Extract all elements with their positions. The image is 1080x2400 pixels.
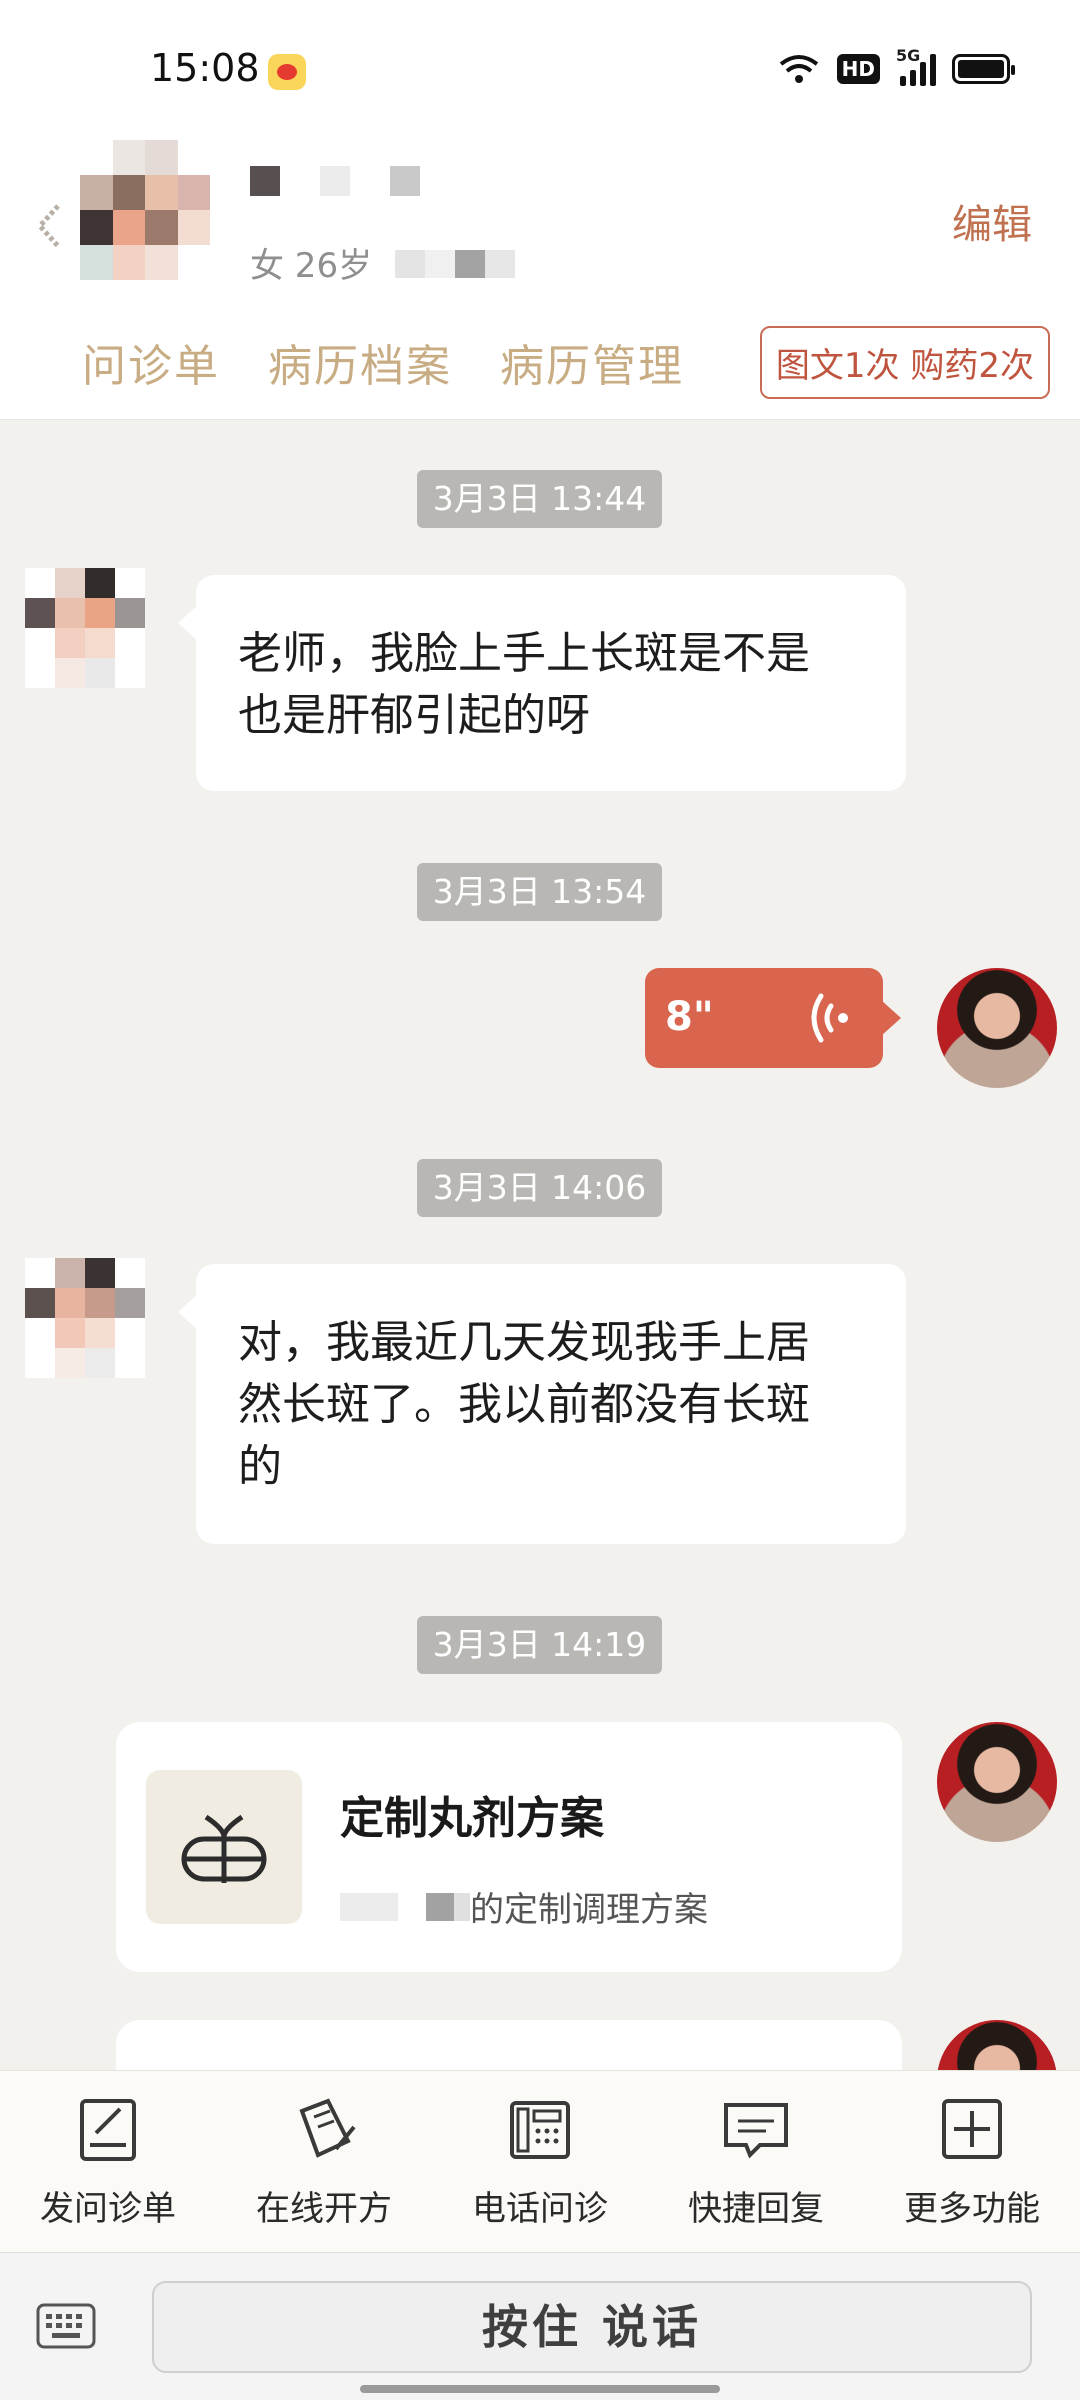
weibo-notification-icon: [268, 54, 306, 90]
quick-reply-button[interactable]: 快捷回复: [661, 2093, 851, 2230]
status-icons: HD 5G: [777, 46, 1015, 86]
battery-icon: [952, 54, 1015, 84]
chat-header: 女 26岁 编辑 问诊单 病历档案 病历管理 图文1次 购药2次: [0, 140, 1080, 420]
patient-info-redacted: [395, 250, 515, 278]
toolbar-label: 快捷回复: [688, 2189, 824, 2229]
patient-gender-age: 女 26岁: [250, 246, 373, 286]
status-time: 15:08: [150, 46, 260, 90]
timestamp: 3月3日 13:54: [417, 863, 662, 921]
network-type: 5G: [896, 46, 921, 65]
message-bubble[interactable]: 对，我最近几天发现我手上居 然长斑了。我以前都没有长斑 的: [178, 1264, 906, 1544]
timestamp: 3月3日 14:06: [417, 1159, 662, 1217]
prescription-icon: [299, 2098, 356, 2158]
home-indicator[interactable]: [360, 2385, 720, 2393]
message-line: 老师，我脸上手上长斑是不是: [238, 628, 810, 679]
timestamp: 3月3日 13:44: [417, 470, 662, 528]
card-subtitle-text: 的定制调理方案: [470, 1890, 708, 1930]
patient-avatar[interactable]: [80, 140, 210, 280]
card-subtitle: 的定制调理方案: [340, 1882, 708, 1931]
next-card-partial[interactable]: [116, 2020, 902, 2070]
form-icon: [80, 2099, 136, 2161]
status-bar: 15:08 HD 5G: [0, 0, 1080, 140]
hd-badge: HD: [836, 54, 880, 84]
toolbar-label: 电话问诊: [472, 2189, 608, 2229]
message-bubble[interactable]: 老师，我脸上手上长斑是不是 也是肝郁引起的呀: [178, 575, 906, 791]
action-toolbar: 发问诊单 在线开方 电话问诊 快捷回复 更多功能: [0, 2070, 1080, 2252]
timestamp: 3月3日 14:19: [417, 1616, 662, 1674]
voice-wave-icon: [811, 993, 848, 1043]
tab-record-management[interactable]: 病历管理: [500, 330, 684, 394]
wifi-icon: [779, 55, 818, 83]
message-line: 也是肝郁引起的呀: [238, 690, 590, 741]
header-tabs: 问诊单 病历档案 病历管理: [82, 330, 684, 394]
hold-to-talk-button[interactable]: 按住 说话: [152, 2281, 1032, 2373]
chat-area[interactable]: 3月3日 13:44 老师，我脸上手上长斑是不是 也是肝郁引起的呀 3月3日 1…: [0, 420, 1080, 2070]
plus-box-icon: [942, 2099, 1002, 2159]
phone-icon: [510, 2101, 570, 2159]
tab-medical-records[interactable]: 病历档案: [268, 330, 452, 394]
more-functions-button[interactable]: 更多功能: [877, 2093, 1067, 2230]
prescription-plan-card[interactable]: 定制丸剂方案 的定制调理方案: [116, 1722, 902, 1972]
message-line: 对，我最近几天发现我手上居: [238, 1317, 810, 1368]
patient-avatar-small[interactable]: [25, 568, 145, 688]
tab-consultation-form[interactable]: 问诊单: [82, 330, 220, 394]
phone-consultation-button[interactable]: 电话问诊: [445, 2093, 635, 2230]
back-arrow-icon[interactable]: [32, 196, 66, 256]
consultation-count-badge[interactable]: 图文1次 购药2次: [759, 326, 1050, 399]
input-bar: 按住 说话: [0, 2252, 1080, 2400]
patient-avatar-small[interactable]: [25, 1258, 145, 1378]
toolbar-label: 更多功能: [904, 2189, 1040, 2229]
toolbar-label: 发问诊单: [40, 2189, 176, 2229]
keyboard-icon[interactable]: [36, 2303, 96, 2349]
voice-duration: 8": [665, 994, 714, 1040]
message-line: 然长斑了。我以前都没有长斑: [238, 1379, 810, 1430]
voice-message[interactable]: 8": [645, 968, 901, 1068]
send-consultation-form-button[interactable]: 发问诊单: [13, 2093, 203, 2230]
doctor-avatar[interactable]: [937, 1722, 1057, 1842]
doctor-avatar[interactable]: [937, 968, 1057, 1088]
doctor-avatar[interactable]: [937, 2020, 1057, 2070]
signal-icon: 5G: [896, 46, 936, 86]
edit-button[interactable]: 编辑: [952, 192, 1032, 250]
message-line: 的: [238, 1441, 282, 1492]
patient-name-redacted: [250, 166, 420, 196]
toolbar-label: 在线开方: [256, 2189, 392, 2229]
online-prescription-button[interactable]: 在线开方: [229, 2093, 419, 2230]
chat-bubble-icon: [724, 2103, 788, 2159]
card-title: 定制丸剂方案: [340, 1793, 604, 1844]
pill-package-icon: [146, 1770, 302, 1924]
